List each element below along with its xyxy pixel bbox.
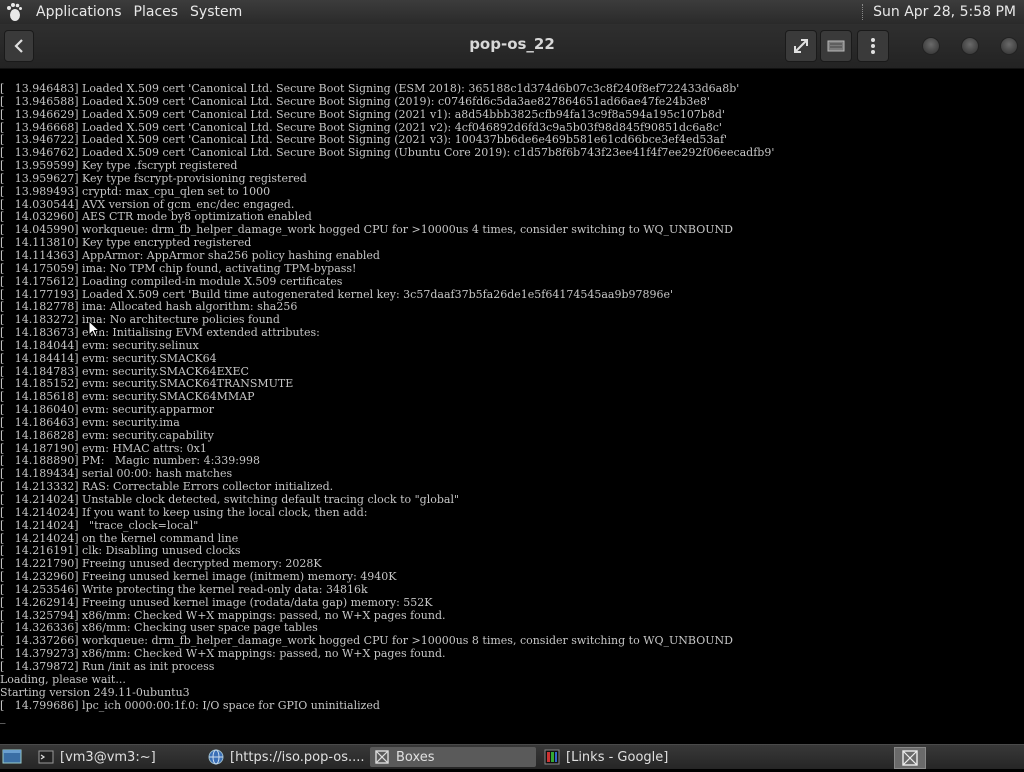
kebab-menu-icon [871, 38, 875, 54]
console-line: Loading, please wait... [0, 672, 126, 686]
console-line: [ 13.946483] Loaded X.509 cert 'Canonica… [0, 82, 740, 95]
boxes-header-bar: pop-os_22 [0, 24, 1024, 69]
workspace-boxes-icon [902, 750, 918, 766]
maximize-button[interactable] [961, 37, 979, 55]
keyboard-button[interactable] [820, 30, 852, 62]
console-line: [ 13.946588] Loaded X.509 cert 'Canonica… [0, 94, 710, 108]
fullscreen-button[interactable] [785, 30, 817, 62]
console-line: [ 14.175612] Loading compiled-in module … [0, 274, 343, 288]
console-line: Starting version 249.11-0ubuntu3 [0, 685, 190, 699]
console-line: [ 14.232960] Freeing unused kernel image… [0, 570, 397, 584]
console-cursor: _ [0, 711, 6, 725]
places-menu[interactable]: Places [134, 4, 179, 20]
top-panel: Applications Places System Sun Apr 28, 5… [0, 0, 1024, 24]
console-line: [ 13.959627] Key type fscrypt-provisioni… [0, 171, 307, 185]
task-boxes[interactable]: Boxes [370, 747, 536, 767]
task-links[interactable]: [Links - Google] [540, 747, 710, 767]
console-line: [ 14.262914] Freeing unused kernel image… [0, 595, 433, 609]
keyboard-icon [827, 40, 845, 52]
console-line: [ 14.175059] ima: No TPM chip found, act… [0, 261, 357, 275]
console-line: [ 14.214024] "trace_clock=local" [0, 518, 199, 532]
boxes-icon [375, 750, 389, 764]
task-label: [vm3@vm3:~] [60, 749, 156, 765]
taskbar: [vm3@vm3:~] [https://iso.pop-os.... Boxe… [0, 744, 1024, 769]
fullscreen-icon [794, 39, 808, 53]
console-line: [ 14.186040] evm: security.apparmor [0, 403, 215, 417]
console-line: [ 14.183673] evm: Initialising EVM exten… [0, 326, 320, 340]
menu-button[interactable] [857, 30, 889, 62]
console-line: [ 14.184414] evm: security.SMACK64 [0, 351, 217, 365]
console-line: [ 14.186463] evm: security.ima [0, 415, 180, 429]
console-line: [ 14.214024] Unstable clock detected, sw… [0, 493, 460, 506]
back-button[interactable] [4, 30, 34, 62]
browser-icon [208, 749, 224, 765]
panel-separator [862, 4, 867, 20]
task-label: Boxes [396, 749, 435, 765]
minimize-button[interactable] [922, 37, 940, 55]
task-terminal[interactable]: [vm3@vm3:~] [34, 747, 204, 767]
console-output: [ 13.946483] Loaded X.509 cert 'Canonica… [0, 82, 1024, 712]
console-line: [ 14.184044] evm: security.selinux [0, 338, 199, 352]
console-line: [ 14.253546] Write protecting the kernel… [0, 582, 368, 596]
task-browser[interactable]: [https://iso.pop-os.... [204, 747, 366, 767]
console-line: [ 14.799686] lpc_ich 0000:00:1f.0: I/O s… [0, 698, 380, 712]
console-line: [ 14.114363] AppArmor: AppArmor sha256 p… [0, 248, 380, 262]
console-line: [ 14.379872] Run /init as init process [0, 659, 215, 673]
vm-console[interactable]: [ 13.946483] Loaded X.509 cert 'Canonica… [0, 69, 1024, 744]
gnome-foot-icon[interactable] [4, 2, 24, 22]
panel-right: Sun Apr 28, 5:58 PM [862, 0, 1016, 24]
task-label: [Links - Google] [566, 749, 669, 765]
links-icon [544, 749, 560, 765]
console-line: [ 14.214024] If you want to keep using t… [0, 505, 368, 519]
panel-menus: Applications Places System [24, 0, 254, 24]
console-line: [ 13.959599] Key type .fscrypt registere… [0, 159, 238, 173]
terminal-icon [38, 750, 54, 764]
console-line: [ 14.186828] evm: security.capability [0, 428, 214, 442]
applications-menu[interactable]: Applications [36, 4, 122, 20]
close-button[interactable] [1000, 37, 1018, 55]
console-line: [ 13.946629] Loaded X.509 cert 'Canonica… [0, 107, 725, 121]
clock[interactable]: Sun Apr 28, 5:58 PM [873, 4, 1016, 20]
chevron-left-icon [14, 39, 23, 53]
mouse-pointer-icon [88, 320, 100, 338]
console-line: [ 13.989493] cryptd: max_cpu_qlen set to… [0, 184, 271, 198]
system-menu[interactable]: System [190, 4, 242, 20]
show-desktop-icon[interactable] [2, 748, 22, 766]
workspace-switcher[interactable] [894, 747, 926, 769]
task-label: [https://iso.pop-os.... [230, 749, 365, 765]
